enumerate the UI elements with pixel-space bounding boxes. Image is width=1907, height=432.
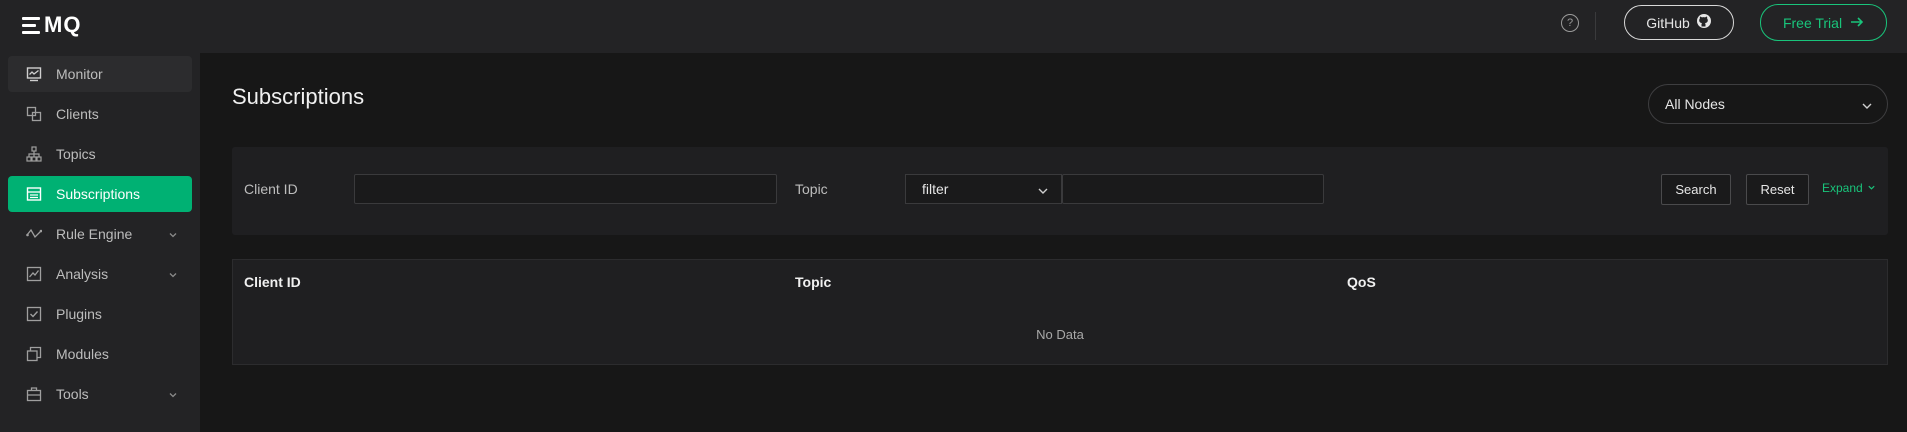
sidebar-item-rule-engine[interactable]: Rule Engine: [8, 216, 192, 252]
sidebar-item-clients[interactable]: Clients: [8, 96, 192, 132]
plugins-icon: [26, 306, 42, 322]
arrow-right-icon: [1850, 15, 1864, 31]
emq-logo[interactable]: MQ: [22, 12, 81, 38]
sidebar-item-label: Clients: [56, 106, 99, 122]
reset-button[interactable]: Reset: [1746, 174, 1809, 205]
logo-mark-icon: [22, 16, 40, 34]
github-icon: [1696, 13, 1712, 32]
sidebar-item-tools[interactable]: Tools: [8, 376, 192, 412]
expand-label: Expand: [1822, 181, 1863, 195]
sidebar-item-label: Subscriptions: [56, 186, 141, 202]
sidebar-item-analysis[interactable]: Analysis: [8, 256, 192, 292]
logo-text: MQ: [44, 12, 82, 37]
github-button[interactable]: GitHub: [1624, 5, 1734, 40]
column-header-topic: Topic: [795, 274, 832, 290]
column-header-client-id: Client ID: [244, 274, 301, 290]
sidebar-item-monitor[interactable]: Monitor: [8, 56, 192, 92]
sidebar-item-label: Tools: [56, 386, 89, 402]
sidebar-nav: Monitor Clients Topics Subscriptions Rul…: [0, 56, 200, 416]
filter-panel: Client ID Topic filter Search Reset Expa…: [232, 147, 1888, 235]
chevron-down-icon: [168, 267, 178, 283]
sidebar-item-label: Analysis: [56, 266, 109, 282]
node-select-value: All Nodes: [1665, 96, 1725, 112]
empty-state-text: No Data: [1036, 327, 1084, 342]
chevron-down-icon: [1037, 184, 1049, 200]
question-circle-icon[interactable]: ?: [1561, 14, 1579, 32]
search-button[interactable]: Search: [1661, 174, 1731, 205]
node-select[interactable]: All Nodes: [1648, 84, 1888, 124]
sidebar: MQ Monitor Clients Topics Subscriptions: [0, 0, 200, 432]
rule-engine-icon: [26, 226, 42, 242]
sidebar-item-plugins[interactable]: Plugins: [8, 296, 192, 332]
analysis-icon: [26, 266, 42, 282]
page-title: Subscriptions: [232, 84, 365, 109]
chevron-down-icon: [168, 387, 178, 403]
sidebar-item-label: Rule Engine: [56, 226, 133, 242]
topic-mode-select[interactable]: filter: [905, 174, 1062, 204]
clients-icon: [26, 106, 42, 122]
topics-icon: [26, 146, 42, 162]
topic-mode-value: filter: [922, 181, 949, 197]
sidebar-item-label: Topics: [56, 146, 96, 162]
modules-icon: [26, 346, 42, 362]
topic-input[interactable]: [1062, 174, 1324, 204]
client-id-input[interactable]: [354, 174, 777, 204]
github-button-label: GitHub: [1646, 14, 1690, 31]
chevron-down-icon: [168, 227, 178, 243]
subscriptions-icon: [26, 186, 42, 202]
expand-toggle[interactable]: Expand: [1822, 181, 1876, 195]
sidebar-item-label: Modules: [56, 346, 109, 362]
header-divider: [1595, 12, 1596, 40]
chevron-down-icon: [1861, 99, 1873, 115]
sidebar-item-label: Monitor: [56, 66, 103, 82]
tools-icon: [26, 386, 42, 402]
free-trial-label: Free Trial: [1782, 14, 1843, 31]
sidebar-item-modules[interactable]: Modules: [8, 336, 192, 372]
sidebar-item-topics[interactable]: Topics: [8, 136, 192, 172]
chevron-down-icon: [1867, 181, 1876, 195]
column-header-qos: QoS: [1347, 274, 1376, 290]
free-trial-button[interactable]: Free Trial: [1760, 4, 1887, 41]
sidebar-item-subscriptions[interactable]: Subscriptions: [8, 176, 192, 212]
subscriptions-table: Client ID Topic QoS No Data: [232, 259, 1888, 365]
topic-label: Topic: [795, 181, 828, 197]
sidebar-item-label: Plugins: [56, 306, 102, 322]
client-id-label: Client ID: [244, 181, 298, 197]
monitor-icon: [26, 66, 42, 82]
